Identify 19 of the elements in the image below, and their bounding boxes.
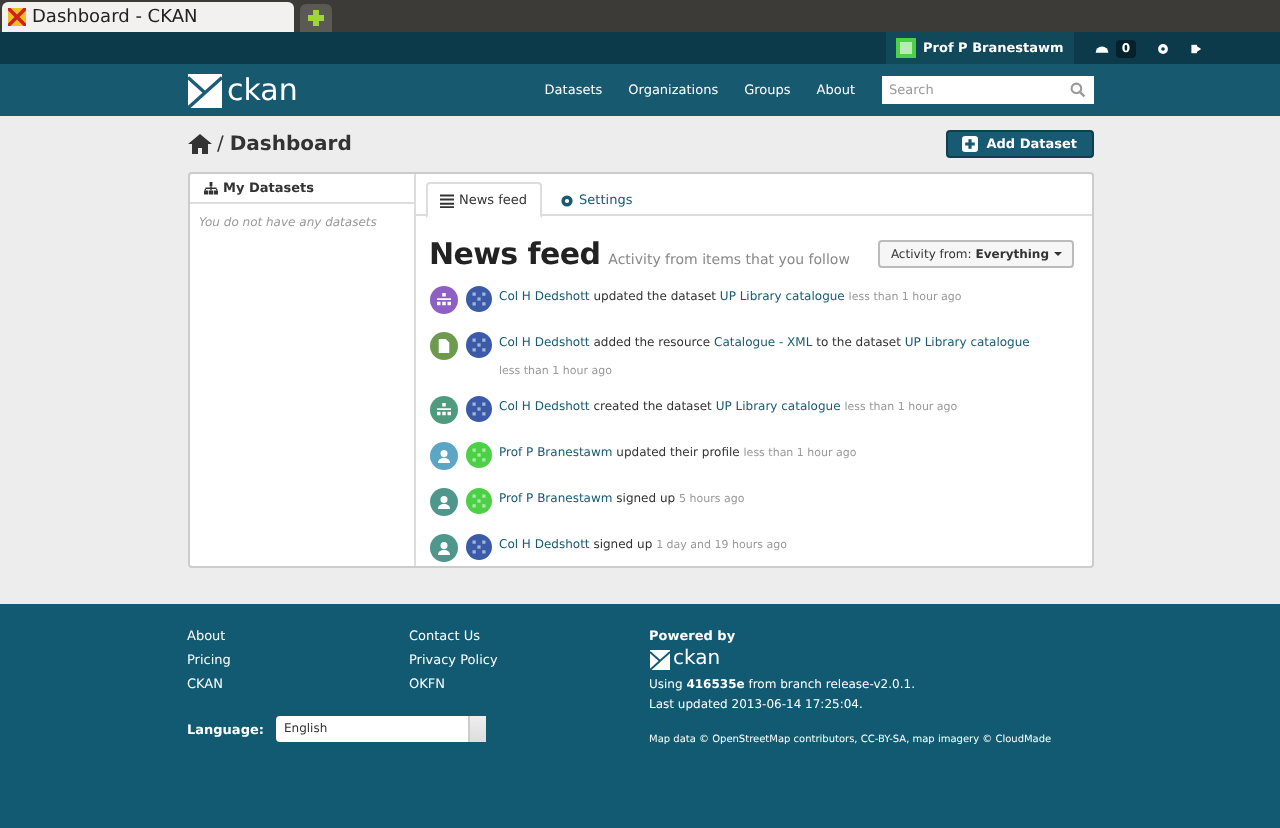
favicon-icon xyxy=(8,8,26,26)
logout-icon[interactable] xyxy=(1190,41,1204,55)
search-icon[interactable] xyxy=(1069,82,1085,98)
breadcrumb-title: Dashboard xyxy=(229,133,352,155)
ckan-logo[interactable]: ckan xyxy=(649,648,1052,670)
browser-tab[interactable]: Dashboard - CKAN xyxy=(2,2,294,32)
settings-icon[interactable] xyxy=(1156,41,1170,55)
ckan-logo[interactable]: ckan xyxy=(187,72,298,108)
sitemap-icon xyxy=(203,181,217,195)
avatar-icon xyxy=(895,38,916,58)
feed-title: News feed xyxy=(429,236,601,272)
dashboard-icon xyxy=(1093,40,1110,56)
plus-icon xyxy=(962,136,979,152)
settings-icon xyxy=(559,193,574,207)
home-icon[interactable] xyxy=(187,134,211,154)
plus-icon xyxy=(306,8,326,28)
breadcrumb-separator: / xyxy=(217,133,224,155)
new-tab-button[interactable] xyxy=(300,4,332,32)
list-icon xyxy=(439,193,453,207)
